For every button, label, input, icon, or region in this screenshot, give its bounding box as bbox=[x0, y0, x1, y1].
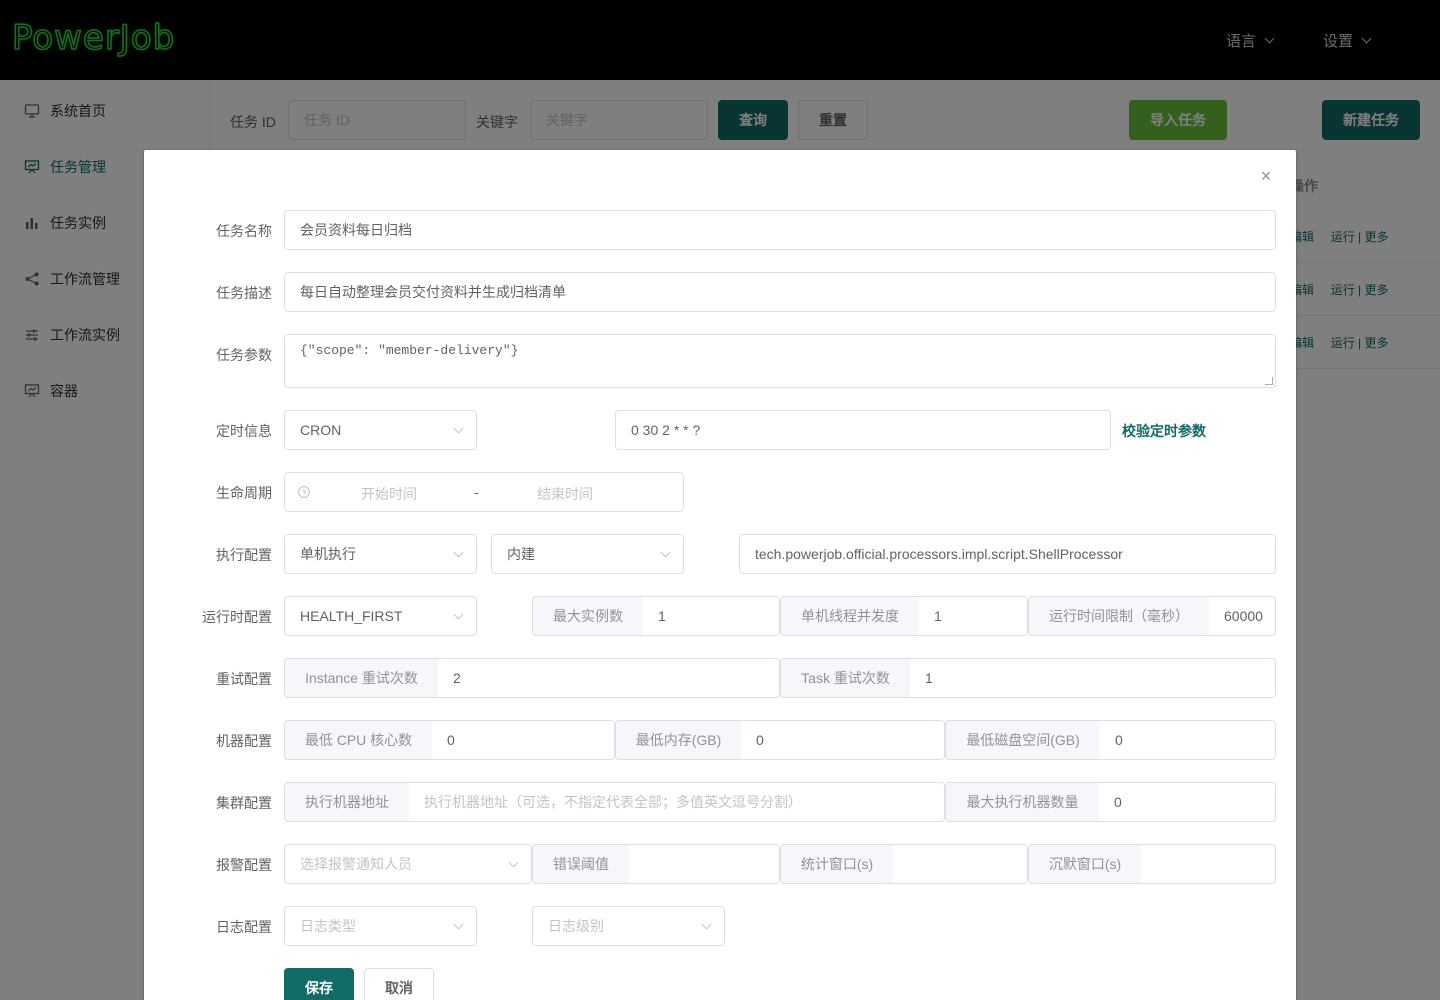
cron-expression-input[interactable]: 0 30 2 * * ? bbox=[615, 410, 1111, 450]
end-time-input[interactable]: 结束时间 bbox=[537, 484, 593, 504]
job-params-textarea[interactable]: {"scope": "member-delivery"} bbox=[284, 334, 1276, 388]
min-memory-addon: 最低内存(GB) bbox=[615, 720, 742, 760]
clock-icon bbox=[297, 485, 311, 502]
max-workers-addon: 最大执行机器数量 bbox=[945, 782, 1100, 822]
task-retry-addon: Task 重试次数 bbox=[780, 658, 911, 698]
max-workers-input[interactable]: 0 bbox=[1099, 782, 1276, 822]
min-disk-input[interactable]: 0 bbox=[1100, 720, 1276, 760]
job-desc-label: 任务描述 bbox=[216, 285, 272, 301]
stat-window-addon: 统计窗口(s) bbox=[780, 844, 894, 884]
log-label: 日志配置 bbox=[216, 919, 272, 935]
runtime-label: 运行时配置 bbox=[202, 609, 272, 625]
job-params-value: {"scope": "member-delivery"} bbox=[300, 343, 519, 358]
error-threshold-input[interactable] bbox=[629, 844, 780, 884]
job-edit-dialog: × 任务名称 会员资料每日归档 任务描述 每日自动整理会员交付资料并生成归档清单… bbox=[144, 150, 1296, 1000]
alarm-receivers-select[interactable]: 选择报警通知人员 bbox=[284, 844, 532, 884]
worker-address-addon: 执行机器地址 bbox=[284, 782, 410, 822]
worker-address-input[interactable]: 执行机器地址（可选，不指定代表全部；多值英文逗号分割） bbox=[409, 782, 945, 822]
lifecycle-range-picker[interactable]: 开始时间 - 结束时间 bbox=[284, 472, 684, 512]
start-time-input[interactable]: 开始时间 bbox=[361, 484, 417, 504]
min-cpu-addon: 最低 CPU 核心数 bbox=[284, 720, 433, 760]
min-memory-input[interactable]: 0 bbox=[741, 720, 945, 760]
error-threshold-addon: 错误阈值 bbox=[532, 844, 630, 884]
instance-retry-addon: Instance 重试次数 bbox=[284, 658, 439, 698]
alarm-label: 报警配置 bbox=[216, 857, 272, 873]
cancel-button[interactable]: 取消 bbox=[364, 968, 434, 1000]
stat-window-input[interactable] bbox=[893, 844, 1028, 884]
processor-input[interactable]: tech.powerjob.official.processors.impl.s… bbox=[739, 534, 1276, 574]
dispatch-strategy-select[interactable]: HEALTH_FIRST bbox=[284, 596, 477, 636]
time-limit-input[interactable]: 60000 bbox=[1209, 596, 1276, 636]
concurrency-addon: 单机线程并发度 bbox=[780, 596, 920, 636]
execution-mode-select[interactable]: 单机执行 bbox=[284, 534, 477, 574]
min-cpu-input[interactable]: 0 bbox=[432, 720, 615, 760]
time-limit-addon: 运行时间限制（毫秒） bbox=[1028, 596, 1210, 636]
save-button[interactable]: 保存 bbox=[284, 968, 354, 1000]
instance-retry-input[interactable]: 2 bbox=[438, 658, 780, 698]
close-icon[interactable]: × bbox=[1258, 167, 1274, 185]
silence-window-addon: 沉默窗口(s) bbox=[1028, 844, 1142, 884]
timing-type-select[interactable]: CRON bbox=[284, 410, 477, 450]
silence-window-input[interactable] bbox=[1141, 844, 1276, 884]
max-instances-addon: 最大实例数 bbox=[532, 596, 644, 636]
execution-label: 执行配置 bbox=[216, 547, 272, 563]
log-type-select[interactable]: 日志类型 bbox=[284, 906, 477, 946]
retry-label: 重试配置 bbox=[216, 671, 272, 687]
machine-label: 机器配置 bbox=[216, 733, 272, 749]
min-disk-addon: 最低磁盘空间(GB) bbox=[945, 720, 1101, 760]
validate-timing-button[interactable]: 校验定时参数 bbox=[1122, 421, 1206, 441]
task-retry-input[interactable]: 1 bbox=[910, 658, 1276, 698]
processor-type-select[interactable]: 内建 bbox=[491, 534, 684, 574]
job-name-input[interactable]: 会员资料每日归档 bbox=[284, 210, 1276, 250]
job-name-label: 任务名称 bbox=[216, 223, 272, 239]
resize-handle-icon[interactable] bbox=[1265, 377, 1273, 385]
max-instances-input[interactable]: 1 bbox=[643, 596, 780, 636]
range-separator: - bbox=[474, 484, 479, 500]
concurrency-input[interactable]: 1 bbox=[919, 596, 1028, 636]
job-desc-input[interactable]: 每日自动整理会员交付资料并生成归档清单 bbox=[284, 272, 1276, 312]
cluster-label: 集群配置 bbox=[216, 795, 272, 811]
lifecycle-label: 生命周期 bbox=[216, 485, 272, 501]
log-level-select[interactable]: 日志级别 bbox=[532, 906, 725, 946]
timing-label: 定时信息 bbox=[216, 423, 272, 439]
job-params-label: 任务参数 bbox=[216, 347, 272, 363]
